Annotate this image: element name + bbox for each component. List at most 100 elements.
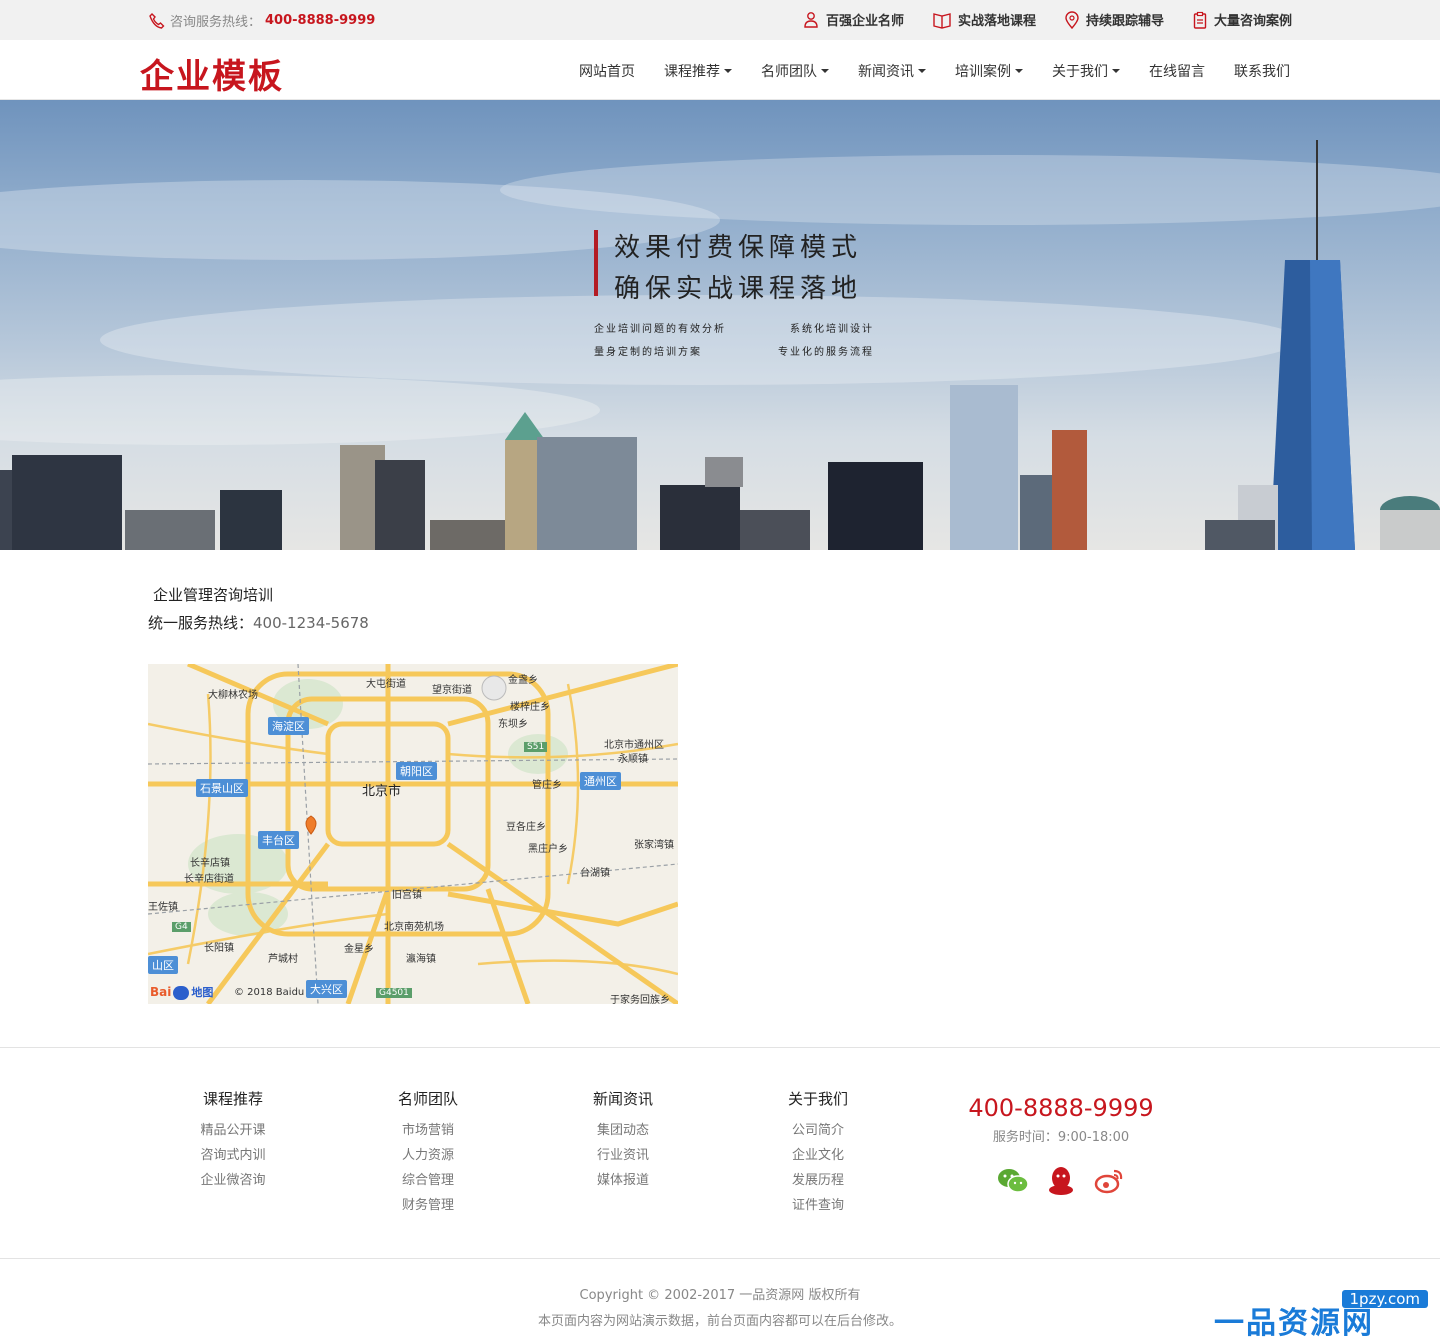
map-district[interactable]: 朝阳区 [396,762,437,780]
map-place: 管庄乡 [532,780,562,791]
slogan-accent-bar [594,230,598,296]
footer-link[interactable]: 企业文化 [748,1143,888,1168]
feature-teachers[interactable]: 百强企业名师 [802,10,904,29]
road-badge: S51 [524,742,548,752]
footer-link[interactable]: 人力资源 [358,1143,498,1168]
map-place: 望京街道 [432,685,472,696]
location-pin-icon [1065,10,1079,29]
map-place: 楼梓庄乡 [510,702,550,713]
footer-link[interactable]: 咨询式内训 [163,1143,303,1168]
nav-label: 培训案例 [955,64,1011,80]
footer-link[interactable]: 证件查询 [748,1193,888,1218]
topbar-hotline: 咨询服务热线： 400-8888-9999 [148,11,375,30]
caret-down-icon [821,69,829,73]
map-place: 金盏乡 [508,675,538,686]
feature-courses[interactable]: 实战落地课程 [932,10,1036,29]
map-district[interactable]: 大兴区 [306,980,347,998]
phone-icon [149,12,165,29]
footer-column-title: 名师团队 [397,1090,458,1108]
slogan-line-1: 效果付费保障模式 [614,233,863,263]
feature-coaching[interactable]: 持续跟踪辅导 [1064,10,1164,29]
caret-down-icon [724,69,732,73]
map-place: 永顺镇 [618,754,648,765]
nav-courses[interactable]: 课程推荐 [664,61,732,81]
wechat-icon[interactable] [997,1165,1029,1197]
map-place: 大柳林农场 [208,690,258,701]
main-nav: 网站首页 课程推荐 名师团队 新闻资讯 培训案例 关于我们 在线留言 联系我们 [550,61,1290,81]
map-place: 北京南苑机场 [384,922,444,933]
nav-cases[interactable]: 培训案例 [955,61,1023,81]
road-badge: G4501 [376,988,412,998]
feature-label: 百强企业名师 [825,14,904,29]
nav-message[interactable]: 在线留言 [1149,61,1205,81]
map-district[interactable]: 石景山区 [196,779,248,797]
footer-column-title: 新闻资讯 [592,1090,653,1108]
nav-label: 关于我们 [1052,64,1108,80]
map-place: 旧宫镇 [392,890,422,901]
map-place: 长阳镇 [204,943,234,954]
nav-home[interactable]: 网站首页 [579,61,635,81]
clipboard-icon [1193,11,1207,29]
nav-label: 在线留言 [1149,64,1205,80]
footer-link[interactable]: 集团动态 [553,1118,693,1143]
road-badge: G4 [172,922,191,932]
nav-news[interactable]: 新闻资讯 [858,61,926,81]
map-place: 张家湾镇 [634,840,674,851]
footer-column-courses: 课程推荐 精品公开课 咨询式内训 企业微咨询 [163,1088,303,1193]
footer-hours: 服务时间：9:00-18:00 [992,1130,1130,1145]
map-city-label: 北京市 [362,784,402,799]
map-place: 王佐镇 [148,902,178,913]
footer-link[interactable]: 公司简介 [748,1118,888,1143]
footer-phone: 400-8888-9999 [968,1094,1154,1122]
baidu-logo-text: Bai [150,985,172,999]
footer-link[interactable]: 企业微咨询 [163,1168,303,1193]
footer-link[interactable]: 财务管理 [358,1193,498,1218]
nav-about[interactable]: 关于我们 [1052,61,1120,81]
footer-link[interactable]: 发展历程 [748,1168,888,1193]
social-links [950,1165,1172,1197]
map-place: 台湖镇 [580,868,610,879]
map-district[interactable]: 山区 [148,956,178,974]
site-logo[interactable]: 企业模板 [140,49,284,98]
nav-contact[interactable]: 联系我们 [1234,61,1290,81]
location-map[interactable]: 北京市 海淀区 朝阳区 石景山区 丰台区 通州区 大兴区 山区 大柳林农场 大屯… [148,664,678,1004]
feature-label: 持续跟踪辅导 [1085,14,1164,29]
weibo-icon[interactable] [1093,1165,1125,1197]
map-place: 于家务回族乡 [610,995,670,1004]
caret-down-icon [918,69,926,73]
footer-link[interactable]: 媒体报道 [553,1168,693,1193]
baidu-logo-suffix: 地图 [191,986,214,999]
nav-teachers[interactable]: 名师团队 [761,61,829,81]
footer-link[interactable]: 行业资讯 [553,1143,693,1168]
caret-down-icon [1015,69,1023,73]
map-district[interactable]: 海淀区 [268,717,309,735]
qq-icon[interactable] [1045,1165,1077,1197]
service-hotline-value: 400-1234-5678 [253,614,369,632]
map-place: 豆各庄乡 [506,822,546,833]
map-place: 长辛店街道 [184,874,234,885]
nav-label: 联系我们 [1234,64,1290,80]
watermark-logo: 1pzy.com 一品资源网 [1214,1290,1434,1342]
caret-down-icon [1112,69,1120,73]
top-bar: 咨询服务热线： 400-8888-9999 百强企业名师 实战落地课程 持续跟踪… [0,0,1440,40]
slogan-sub: 系统化培训设计 [790,324,874,335]
feature-label: 实战落地课程 [957,14,1036,29]
slogan-sub: 专业化的服务流程 [778,347,874,358]
map-place: 瀛海镇 [406,954,436,965]
feature-cases[interactable]: 大量咨询案例 [1192,10,1292,29]
service-hotline-label: 统一服务热线： [148,614,254,632]
baidu-logo: Bai 地图 [150,984,213,1000]
footer-contact: 400-8888-9999 服务时间：9:00-18:00 [950,1094,1172,1197]
map-place: 芦城村 [268,954,298,965]
map-district[interactable]: 通州区 [580,772,621,790]
slogan-sub: 企业培训问题的有效分析 [594,324,726,335]
footer-link[interactable]: 精品公开课 [163,1118,303,1143]
hotline-number: 400-8888-9999 [265,13,376,28]
footer-column-title: 课程推荐 [202,1090,263,1108]
map-place: 长辛店镇 [190,858,230,869]
footer-link[interactable]: 市场营销 [358,1118,498,1143]
map-district[interactable]: 丰台区 [258,831,299,849]
footer-column-news: 新闻资讯 集团动态 行业资讯 媒体报道 [553,1088,693,1193]
banner-slogan: 效果付费保障模式 确保实战课程落地 企业培训问题的有效分析 系统化培训设计 量身… [594,228,874,358]
footer-link[interactable]: 综合管理 [358,1168,498,1193]
